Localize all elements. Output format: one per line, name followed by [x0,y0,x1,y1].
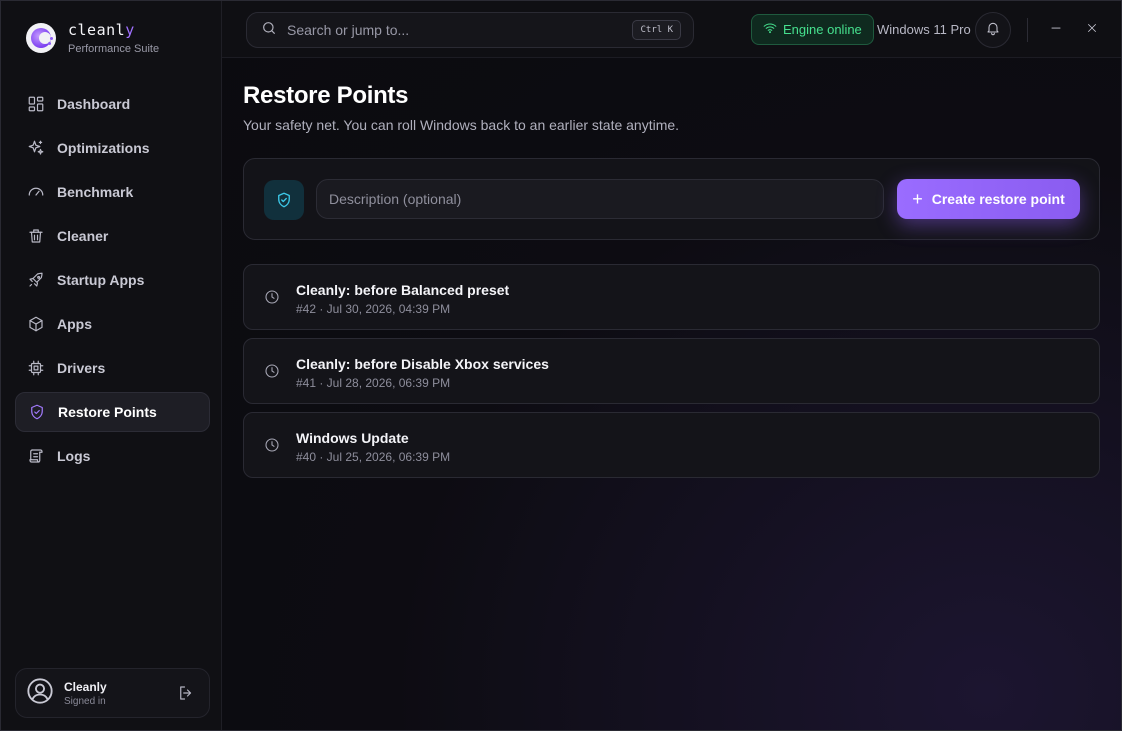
restore-point-name: Cleanly: before Balanced preset [296,282,510,298]
os-label: Windows 11 Pro [877,22,971,37]
shield-icon [264,180,304,220]
sidebar-item-label: Startup Apps [57,272,145,288]
restore-point-meta: #40 · Jul 25, 2026, 06:39 PM [296,450,451,464]
sidebar-item-label: Apps [57,316,92,332]
sparkles-icon [27,139,45,157]
restore-point-name: Cleanly: before Disable Xbox services [296,356,549,372]
description-input[interactable] [316,179,884,219]
sidebar-item-startup-apps[interactable]: Startup Apps [15,260,210,300]
create-restore-point-button[interactable]: + Create restore point [897,179,1080,219]
close-button[interactable] [1082,20,1102,40]
search-shortcut: Ctrl K [632,20,681,40]
dashboard-icon [27,95,45,113]
search-icon [261,20,277,41]
gauge-icon [27,183,45,201]
clock-icon [264,437,280,458]
sidebar-item-label: Optimizations [57,140,150,156]
sidebar-item-label: Logs [57,448,91,464]
trash-icon [27,227,45,245]
topbar-divider [1027,18,1028,42]
shield-check-icon [28,403,46,421]
sidebar-item-optimizations[interactable]: Optimizations [15,128,210,168]
sidebar-item-restore-points[interactable]: Restore Points [15,392,210,432]
restore-point-item[interactable]: Cleanly: before Balanced preset #42 · Ju… [243,264,1100,330]
create-restore-panel: + Create restore point [243,158,1100,240]
sidebar-item-label: Benchmark [57,184,134,200]
cleanly-logo-icon [26,23,56,53]
restore-points-list: Cleanly: before Balanced preset #42 · Ju… [243,264,1100,486]
search-box[interactable]: Ctrl K [246,12,694,48]
sidebar-item-label: Drivers [57,360,106,376]
bell-icon [985,20,1001,41]
sidebar-item-logs[interactable]: Logs [15,436,210,476]
page-subtitle: Your safety net. You can roll Windows ba… [243,117,680,133]
plus-icon: + [912,189,923,209]
clock-icon [264,289,280,310]
minimize-button[interactable] [1046,20,1066,40]
sidebar-item-benchmark[interactable]: Benchmark [15,172,210,212]
user-name: Cleanly [64,679,107,694]
logout-icon[interactable] [177,684,195,707]
sidebar: cleanly Performance Suite Dashboard Opti… [1,1,222,730]
app-window: cleanly Performance Suite Dashboard Opti… [0,0,1122,731]
engine-status-label: Engine online [783,22,862,37]
brand-name: cleanly [68,21,135,39]
restore-point-item[interactable]: Windows Update #40 · Jul 25, 2026, 06:39… [243,412,1100,478]
search-input[interactable] [287,22,617,38]
brand[interactable]: cleanly Performance Suite [26,21,159,55]
restore-point-meta: #41 · Jul 28, 2026, 06:39 PM [296,376,451,390]
box-icon [27,315,45,333]
rocket-icon [27,271,45,289]
sidebar-item-drivers[interactable]: Drivers [15,348,210,388]
user-card: Cleanly Signed in [15,668,210,718]
user-avatar-icon [26,677,54,710]
sidebar-item-label: Dashboard [57,96,131,112]
user-status: Signed in [64,695,106,707]
close-icon [1085,21,1099,40]
page-title: Restore Points [243,82,409,109]
restore-point-item[interactable]: Cleanly: before Disable Xbox services #4… [243,338,1100,404]
brand-subtitle: Performance Suite [68,43,160,55]
sidebar-nav: Dashboard Optimizations Benchmark Cleane… [15,84,210,480]
main-content: Ctrl K Engine online Windows 11 Pro Rest… [222,1,1121,730]
minimize-icon [1049,21,1063,40]
scroll-icon [27,447,45,465]
sidebar-item-apps[interactable]: Apps [15,304,210,344]
create-button-label: Create restore point [931,191,1065,207]
chip-icon [27,359,45,377]
engine-status-badge[interactable]: Engine online [751,14,874,45]
notifications-button[interactable] [975,12,1011,48]
sidebar-item-label: Restore Points [58,404,157,420]
restore-point-name: Windows Update [296,430,409,446]
sidebar-item-dashboard[interactable]: Dashboard [15,84,210,124]
wifi-icon [763,21,783,38]
restore-point-meta: #42 · Jul 30, 2026, 04:39 PM [296,302,451,316]
sidebar-item-cleaner[interactable]: Cleaner [15,216,210,256]
topbar: Ctrl K Engine online Windows 11 Pro [222,1,1121,58]
clock-icon [264,363,280,384]
sidebar-item-label: Cleaner [57,228,109,244]
